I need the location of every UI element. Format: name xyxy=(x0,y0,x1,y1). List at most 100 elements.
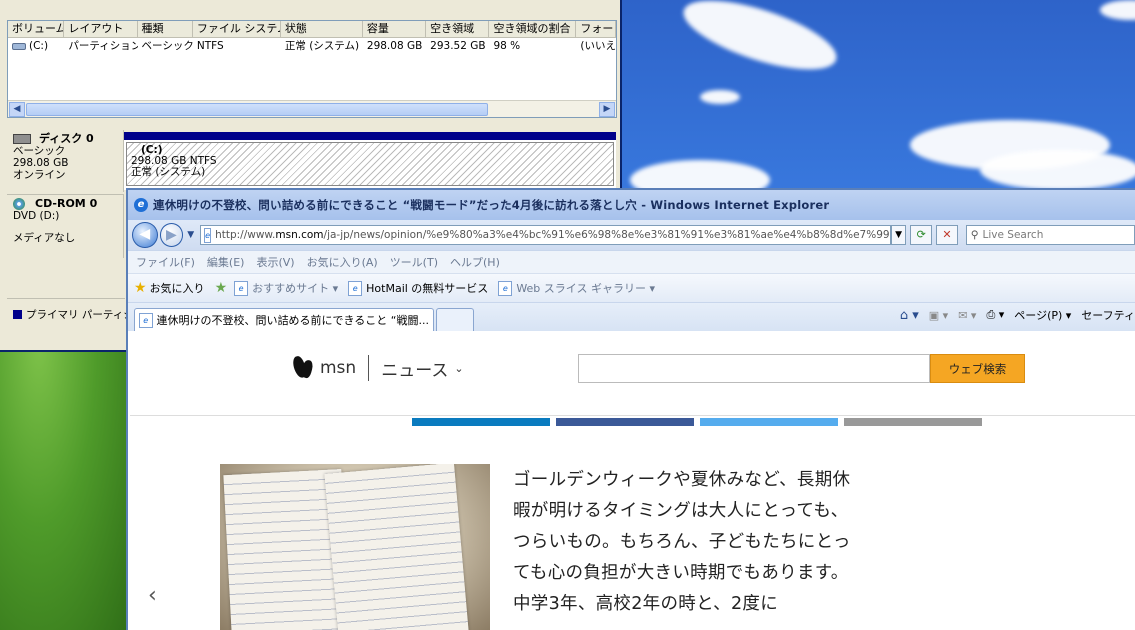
favorites-bar: ★ お気に入り ★ e おすすめサイト ▾ e HotMail の無料サービス … xyxy=(128,273,1135,302)
page-icon: e xyxy=(204,227,212,243)
scroll-thumb[interactable] xyxy=(26,103,488,116)
cell-layout: パーティション xyxy=(68,40,138,52)
tab-active[interactable]: e 連休明けの不登校、問い詰める前にできること “戦闘... xyxy=(134,308,434,331)
favorites-button[interactable]: ★ お気に入り xyxy=(134,280,205,296)
article-photo xyxy=(220,464,490,630)
menu-favorites[interactable]: お気に入り(A) xyxy=(307,254,378,270)
favorites-label: お気に入り xyxy=(149,282,205,295)
new-tab-button[interactable] xyxy=(436,308,474,331)
page-icon: e xyxy=(498,280,513,296)
print-icon[interactable]: ⎙ ▾ xyxy=(986,308,1004,322)
menu-view[interactable]: 表示(V) xyxy=(256,254,294,270)
cdrom-drive: DVD (D:) xyxy=(13,210,60,222)
horizontal-scrollbar[interactable]: ◀ ▶ xyxy=(8,100,616,117)
drive-icon xyxy=(12,42,26,50)
primary-partition-swatch xyxy=(13,310,22,319)
menu-bar: ファイル(F) 編集(E) 表示(V) お気に入り(A) ツール(T) ヘルプ(… xyxy=(128,250,1135,273)
msn-logo[interactable]: msn ニュース ⌄ xyxy=(294,355,464,381)
share-twitter-bar[interactable] xyxy=(700,418,838,426)
col-volume[interactable]: ボリューム xyxy=(8,21,65,37)
address-input[interactable]: e http://www. msn.com/ja-jp/news/opinion/… xyxy=(200,225,891,245)
web-search-button[interactable]: ウェブ検索 xyxy=(930,354,1025,383)
cell-fault: (いいえ xyxy=(580,40,617,52)
ie-window: e 連休明けの不登校、問い詰める前にできること “戦闘モード”だった4月後に訪れ… xyxy=(126,188,1135,630)
news-section-label[interactable]: ニュース xyxy=(381,356,448,381)
url-host: msn.com xyxy=(275,229,324,241)
search-placeholder: Live Search xyxy=(982,229,1044,241)
page-menu[interactable]: ページ(P) ▾ xyxy=(1014,307,1071,323)
prev-slide-icon[interactable]: ‹ xyxy=(148,583,157,608)
address-dropdown-icon[interactable]: ▼ xyxy=(890,225,907,245)
cell-free-percent: 98 % xyxy=(493,40,521,52)
disk0-info[interactable]: ディスク 0 ベーシック 298.08 GB オンライン xyxy=(7,130,124,192)
share-linkedin-bar[interactable] xyxy=(412,418,550,426)
header-separator xyxy=(368,355,370,381)
back-arrow-icon[interactable]: ◀ xyxy=(132,222,158,248)
col-fault[interactable]: フォー xyxy=(576,21,616,37)
command-bar: ⌂ ▾ ▣ ▾ ✉ ▾ ⎙ ▾ ページ(P) ▾ セーフティ xyxy=(890,307,1135,323)
cd-icon xyxy=(13,198,25,210)
ie-title-bar[interactable]: e 連休明けの不登校、問い詰める前にできること “戦闘モード”だった4月後に訪れ… xyxy=(128,190,1135,220)
cell-free: 293.52 GB xyxy=(430,40,486,52)
address-bar-row: ◀ ▶ ▼ e http://www. msn.com/ja-jp/news/op… xyxy=(128,220,1135,250)
menu-edit[interactable]: 編集(E) xyxy=(207,254,245,270)
page-icon: e xyxy=(348,280,363,296)
col-filesystem[interactable]: ファイル システム xyxy=(193,21,281,37)
live-search-input[interactable]: ⚲ Live Search xyxy=(965,225,1135,245)
tab-bar: e 連休明けの不登校、問い詰める前にできること “戦闘... ⌂ ▾ ▣ ▾ ✉… xyxy=(128,302,1135,331)
safety-menu[interactable]: セーフティ xyxy=(1081,307,1135,323)
scroll-left-icon[interactable]: ◀ xyxy=(9,102,25,117)
history-dropdown-icon[interactable]: ▼ xyxy=(187,230,194,240)
msn-search-input[interactable] xyxy=(578,354,930,383)
home-icon[interactable]: ⌂ ▾ xyxy=(900,308,919,323)
disk0-partition-map: (C:) 298.08 GB NTFS 正常 (システム) xyxy=(124,132,616,190)
fav-hotmail[interactable]: e HotMail の無料サービス xyxy=(348,280,488,296)
forward-arrow-icon[interactable]: ▶ xyxy=(159,223,184,247)
share-email-bar[interactable] xyxy=(844,418,982,426)
disk0-size: 298.08 GB xyxy=(13,157,69,169)
volume-list[interactable]: ボリューム レイアウト 種類 ファイル システム 状態 容量 空き領域 空き領域… xyxy=(7,20,617,118)
add-favorite-button[interactable]: ★ xyxy=(215,280,231,296)
article-text: ゴールデンウィークや夏休みなど、長期休暇が明けるタイミングは大人にとっても、つら… xyxy=(513,470,851,614)
cell-type: ベーシック xyxy=(141,40,193,52)
stop-icon[interactable]: ✕ xyxy=(936,225,958,245)
search-icon: ⚲ xyxy=(970,229,979,241)
cdrom-info[interactable]: CD-ROM 0 DVD (D:) メディアなし xyxy=(7,194,124,258)
legend: プライマリ パーティション xyxy=(7,298,155,345)
menu-tools[interactable]: ツール(T) xyxy=(390,254,438,270)
col-layout[interactable]: レイアウト xyxy=(64,21,138,37)
volume-list-header: ボリューム レイアウト 種類 ファイル システム 状態 容量 空き領域 空き領域… xyxy=(8,21,616,38)
fav-suggested-sites[interactable]: e おすすめサイト ▾ xyxy=(234,280,338,296)
cdrom-status: メディアなし xyxy=(13,232,76,244)
fav-web-slice[interactable]: e Web スライス ギャラリー ▾ xyxy=(498,280,655,296)
msn-logo-text: msn xyxy=(320,358,357,378)
col-free[interactable]: 空き領域 xyxy=(426,21,490,37)
desktop-hill xyxy=(0,340,130,630)
scroll-right-icon[interactable]: ▶ xyxy=(599,102,615,117)
msn-header: msn ニュース ⌄ ウェブ検索 xyxy=(130,337,1135,416)
disk0-status: オンライン xyxy=(13,169,66,181)
disk0-type: ベーシック xyxy=(13,145,66,157)
share-facebook-bar[interactable] xyxy=(556,418,694,426)
hard-disk-icon xyxy=(13,134,31,144)
feeds-icon[interactable]: ▣ ▾ xyxy=(929,309,948,322)
refresh-icon[interactable]: ⟳ xyxy=(910,225,933,245)
col-free-percent[interactable]: 空き領域の割合 xyxy=(489,21,577,37)
table-row[interactable]: (C:) パーティション ベーシック NTFS 正常 (システム) 298.08… xyxy=(8,38,616,54)
page-icon: e xyxy=(234,280,249,296)
partition-c[interactable]: (C:) 298.08 GB NTFS 正常 (システム) xyxy=(126,142,614,186)
msn-butterfly-icon xyxy=(294,356,314,380)
partition-status: 正常 (システム) xyxy=(131,166,206,178)
menu-help[interactable]: ヘルプ(H) xyxy=(450,254,500,270)
cell-status: 正常 (システム) xyxy=(284,40,360,52)
menu-file[interactable]: ファイル(F) xyxy=(136,254,195,270)
chevron-down-icon[interactable]: ⌄ xyxy=(454,362,463,375)
col-capacity[interactable]: 容量 xyxy=(363,21,427,37)
page-icon: e xyxy=(139,312,153,328)
url-prefix: http://www. xyxy=(215,229,276,241)
mail-icon[interactable]: ✉ ▾ xyxy=(958,309,976,322)
col-type[interactable]: 種類 xyxy=(138,21,193,37)
primary-partition-bar xyxy=(124,132,616,140)
star-icon: ★ xyxy=(134,280,147,296)
col-status[interactable]: 状態 xyxy=(281,21,363,37)
